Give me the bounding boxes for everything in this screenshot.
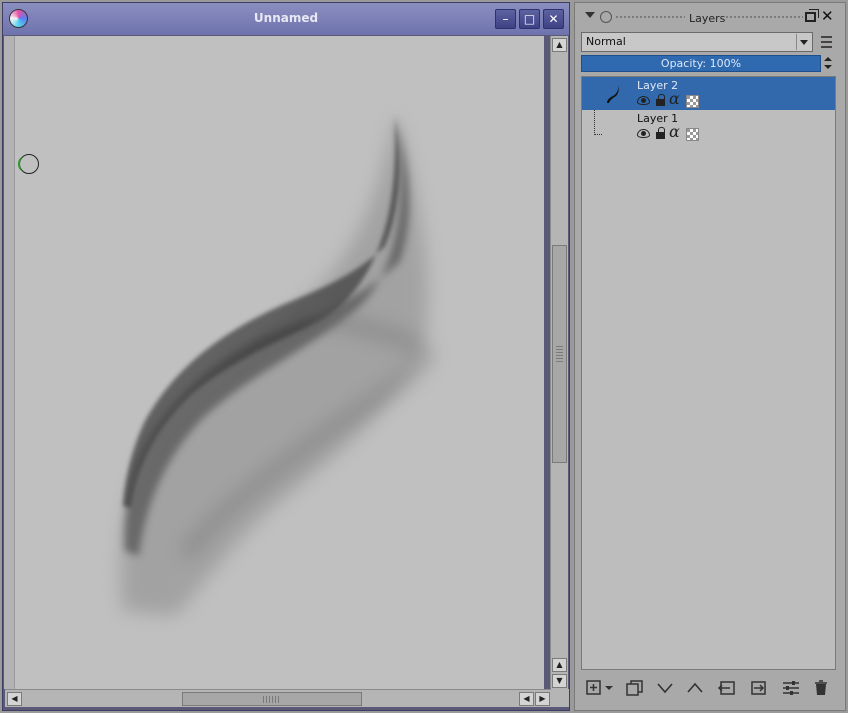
docker-menu-icon[interactable] bbox=[819, 33, 837, 51]
lower-icon[interactable] bbox=[715, 677, 739, 699]
blend-mode-value: Normal bbox=[586, 35, 626, 48]
scroll-right-button[interactable]: ▶ bbox=[535, 692, 550, 706]
scroll-left-button[interactable]: ◀ bbox=[7, 692, 22, 706]
maximize-button[interactable]: □ bbox=[519, 9, 540, 29]
chevron-down-icon[interactable] bbox=[796, 34, 810, 50]
layers-toolbar bbox=[581, 675, 837, 703]
scroll-left-small-button[interactable]: ◀ bbox=[519, 692, 534, 706]
blend-mode-select[interactable]: Normal bbox=[581, 32, 813, 52]
layer-thumbnail bbox=[607, 85, 619, 103]
horizontal-scrollbar[interactable]: ◀ ◀ ▶ bbox=[5, 689, 551, 707]
layer-row-layer-2[interactable]: Layer 2 α bbox=[582, 77, 835, 110]
raise-icon[interactable] bbox=[747, 677, 771, 699]
add-layer-dropdown-icon[interactable] bbox=[601, 677, 613, 699]
vertical-scroll-thumb[interactable] bbox=[552, 245, 567, 463]
visibility-eye-icon[interactable] bbox=[637, 96, 650, 105]
visibility-eye-icon[interactable] bbox=[637, 129, 650, 138]
brush-cursor-icon bbox=[18, 154, 39, 174]
horizontal-scroll-thumb[interactable] bbox=[182, 692, 362, 706]
lock-icon[interactable] bbox=[656, 94, 665, 106]
document-window: Unnamed – □ ✕ ▲ ▲ ▼ ◀ ◀ ▶ bbox=[2, 2, 570, 711]
layers-docker: Layers ✕ Normal Opacity: 100% Layer 2 α bbox=[574, 2, 846, 711]
duplicate-layer-icon[interactable] bbox=[623, 677, 647, 699]
alpha-lock-icon[interactable]: α bbox=[669, 91, 680, 107]
float-docker-icon[interactable] bbox=[805, 9, 819, 22]
alpha-lock-icon[interactable]: α bbox=[669, 124, 680, 140]
minimize-button[interactable]: – bbox=[495, 9, 516, 29]
document-title: Unnamed bbox=[253, 11, 319, 25]
layer-row-layer-1[interactable]: Layer 1 α bbox=[582, 110, 835, 143]
opacity-spinbox[interactable] bbox=[822, 55, 836, 72]
drag-handle-left[interactable] bbox=[615, 15, 685, 19]
scroll-corner bbox=[551, 689, 569, 707]
collapse-arrow-icon[interactable] bbox=[585, 12, 595, 18]
brush-stroke bbox=[120, 114, 436, 616]
docker-titlebar[interactable]: Layers ✕ bbox=[575, 3, 845, 31]
opacity-slider[interactable]: Opacity: 100% bbox=[581, 55, 821, 72]
drawing-canvas[interactable] bbox=[15, 36, 544, 689]
scroll-up-button[interactable]: ▲ bbox=[552, 38, 567, 52]
docker-title: Layers bbox=[689, 12, 726, 25]
opacity-down-icon[interactable] bbox=[822, 63, 834, 71]
scroll-down-button[interactable]: ▼ bbox=[552, 674, 567, 688]
close-button[interactable]: ✕ bbox=[543, 9, 564, 29]
transparency-checker-icon[interactable] bbox=[686, 95, 699, 108]
lock-icon[interactable] bbox=[656, 127, 665, 139]
vertical-scrollbar[interactable]: ▲ ▲ ▼ bbox=[550, 36, 568, 689]
scroll-up-small-button[interactable]: ▲ bbox=[552, 658, 567, 672]
move-up-icon[interactable] bbox=[683, 677, 707, 699]
docker-lock-icon[interactable] bbox=[600, 11, 612, 23]
layer-properties-icon[interactable] bbox=[779, 677, 803, 699]
docker-close-icon[interactable]: ✕ bbox=[821, 8, 834, 24]
layers-list[interactable]: Layer 2 α Layer 1 α bbox=[581, 76, 836, 670]
transparency-checker-icon[interactable] bbox=[686, 128, 699, 141]
opacity-up-icon[interactable] bbox=[822, 55, 834, 63]
drag-handle-right[interactable] bbox=[725, 15, 803, 19]
canvas-ruler-strip bbox=[4, 36, 15, 689]
document-titlebar[interactable]: Unnamed – □ ✕ bbox=[3, 3, 569, 35]
delete-layer-icon[interactable] bbox=[809, 677, 833, 699]
move-down-icon[interactable] bbox=[653, 677, 677, 699]
